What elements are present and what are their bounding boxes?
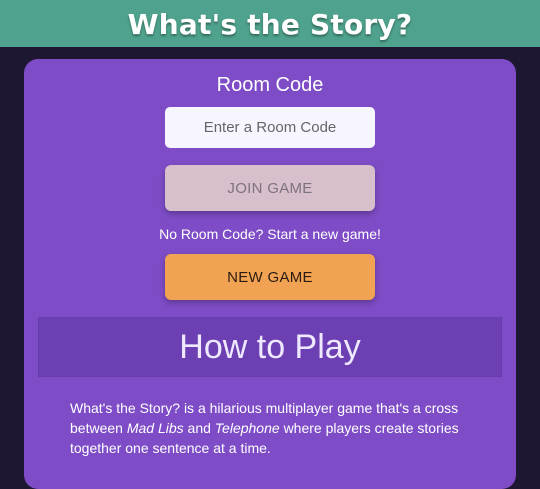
room-code-input[interactable] (165, 107, 375, 148)
mad-libs-text: Mad Libs (126, 420, 184, 436)
no-room-code-text: No Room Code? Start a new game! (159, 226, 381, 242)
main-panel: Room Code JOIN GAME No Room Code? Start … (24, 59, 516, 489)
how-to-play-heading: How to Play (38, 317, 502, 377)
app-header: What's the Story? (0, 0, 540, 47)
app-title: What's the Story? (127, 8, 413, 41)
description-and-text: and (187, 420, 215, 436)
join-game-button[interactable]: JOIN GAME (165, 165, 375, 211)
new-game-button[interactable]: NEW GAME (165, 254, 375, 300)
how-to-play-description: What's the Story? is a hilarious multipl… (70, 398, 470, 458)
room-code-label: Room Code (216, 74, 324, 96)
telephone-text: Telephone (214, 420, 280, 436)
